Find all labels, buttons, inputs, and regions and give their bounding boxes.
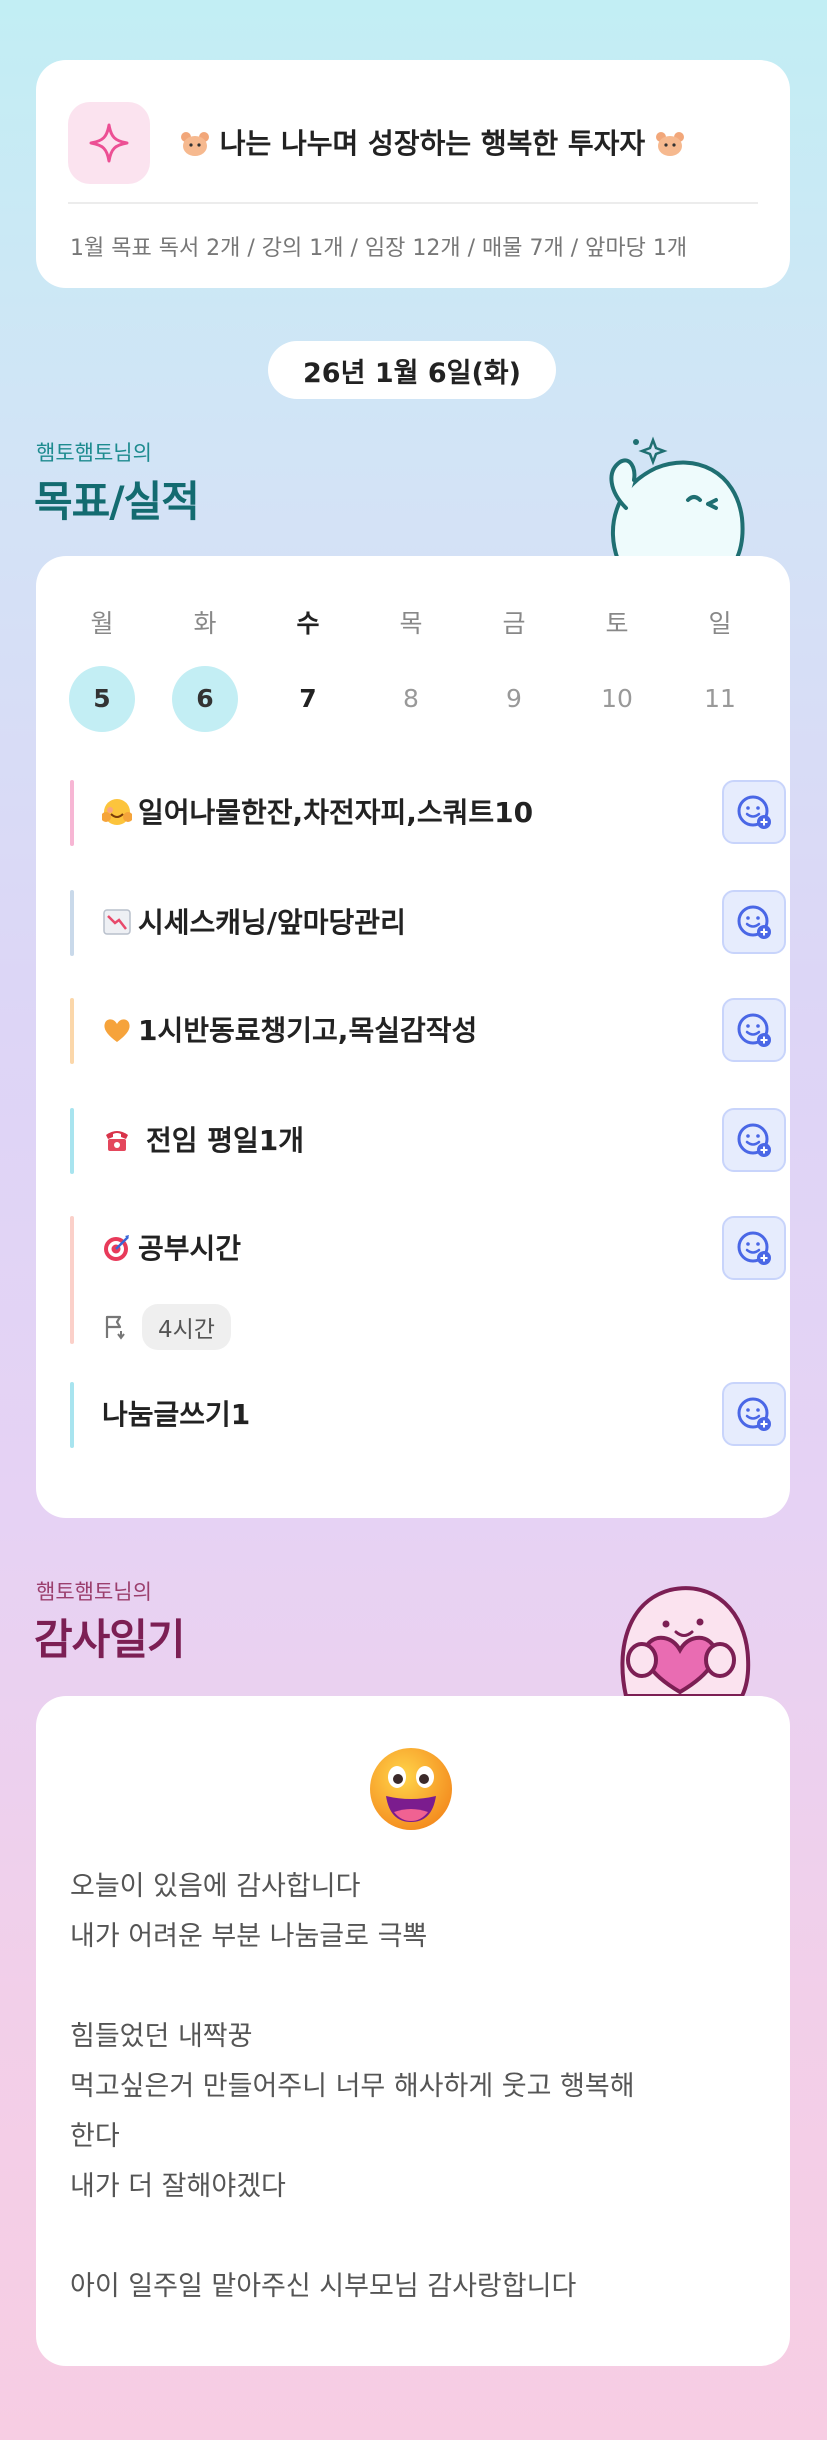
goals-section-subtitle: 햄토햄토님의: [36, 441, 152, 465]
week-day-sat[interactable]: 토 10: [577, 604, 657, 732]
weekday-label: 토: [605, 609, 629, 638]
weekday-label: 화: [193, 609, 217, 638]
hamster-icon: [655, 132, 684, 156]
orange-heart-icon: [104, 1019, 130, 1042]
goals-card: 월 5 화 6 수 7 목 8 금 9 토 10 일 11 일어나물한잔,차전자…: [36, 556, 790, 1518]
week-day-mon[interactable]: 월 5: [62, 604, 142, 732]
task-label-row: 공부시간: [102, 1216, 241, 1282]
gratitude-section-subtitle: 햄토햄토님의: [36, 1580, 152, 1604]
task-item[interactable]: 시세스캐닝/앞마당관리: [70, 890, 786, 956]
duration-badge: 4시간: [142, 1304, 231, 1350]
task-label-row: 일어나물한잔,차전자피,스쿼트10: [102, 780, 533, 846]
gratitude-line: 먹고싶은거 만들어주니 너무 해사하게 웃고 행복해: [70, 2071, 635, 2102]
gratitude-line: 내가 어려운 부분 나눔글로 극뽁: [70, 1921, 428, 1952]
sparkle-icon: [68, 102, 150, 184]
heart-mascot-illustration: [620, 1586, 751, 1696]
gratitude-line: 오늘이 있음에 감사합니다: [70, 1871, 361, 1902]
task-label: 나눔글쓰기1: [102, 1398, 251, 1431]
goal-card[interactable]: 나는 나누며 성장하는 행복한 투자자 1월 목표 독서 2개 / 강의 1개 …: [36, 60, 790, 288]
weekday-label: 일: [708, 609, 732, 638]
task-color-bar: [70, 1108, 74, 1174]
emoji-react-button[interactable]: [722, 1382, 786, 1446]
gratitude-text: 오늘이 있음에 감사합니다 내가 어려운 부분 나눔글로 극뽁 힘들었던 내짝꿍…: [70, 1862, 760, 2312]
day-number: 5: [69, 666, 135, 732]
week-day-tue[interactable]: 화 6: [165, 604, 245, 732]
day-number: 7: [299, 684, 317, 713]
goals-section-title: 목표/실적: [34, 477, 200, 526]
weekday-label: 금: [502, 609, 526, 638]
goal-title: 나는 나누며 성장하는 행복한 투자자: [219, 127, 646, 160]
day-number: 11: [704, 684, 736, 713]
waving-mascot-illustration: [609, 436, 745, 560]
day-number: 8: [403, 684, 419, 713]
weekday-label: 수: [296, 609, 320, 638]
week-day-sun[interactable]: 일 11: [680, 604, 760, 732]
week-day-fri[interactable]: 금 9: [474, 604, 554, 732]
add-emoji-icon: [737, 905, 771, 939]
grinning-face-icon: [370, 1748, 452, 1830]
day-number: 9: [506, 684, 522, 713]
add-emoji-icon: [737, 1231, 771, 1265]
task-label: 일어나물한잔,차전자피,스쿼트10: [138, 796, 534, 829]
telephone-icon: [106, 1131, 128, 1151]
day-number: 10: [601, 684, 633, 713]
emoji-react-button[interactable]: [722, 1216, 786, 1280]
monthly-goals: 1월 목표 독서 2개 / 강의 1개 / 임장 12개 / 매물 7개 / 앞…: [70, 236, 688, 261]
task-label: 공부시간: [138, 1232, 242, 1265]
task-meta: 4시간: [102, 1304, 231, 1350]
add-emoji-icon: [737, 1013, 771, 1047]
gratitude-line: 내가 더 잘해야겠다: [70, 2171, 286, 2202]
gratitude-line: 힘들었던 내짝꿍: [70, 2021, 253, 2052]
week-day-wed[interactable]: 수 7: [268, 604, 348, 732]
task-color-bar: [70, 1216, 74, 1344]
task-color-bar: [70, 890, 74, 956]
task-label: 전임 평일1개: [146, 1124, 305, 1157]
add-emoji-icon: [737, 1123, 771, 1157]
task-label: 시세스캐닝/앞마당관리: [138, 906, 406, 939]
chart-down-icon: [103, 909, 131, 935]
date-selector[interactable]: 26년 1월 6일(화): [268, 341, 556, 399]
task-item[interactable]: 1시반동료챙기고,목실감작성: [70, 998, 786, 1064]
gratitude-line: [70, 2212, 760, 2262]
emoji-react-button[interactable]: [722, 1108, 786, 1172]
task-color-bar: [70, 998, 74, 1064]
task-label-row: 시세스캐닝/앞마당관리: [102, 890, 406, 956]
task-color-bar: [70, 780, 74, 846]
add-emoji-icon: [737, 1397, 771, 1431]
task-label-row: 1시반동료챙기고,목실감작성: [102, 998, 477, 1064]
week-day-thu[interactable]: 목 8: [371, 604, 451, 732]
weekday-label: 목: [399, 609, 423, 638]
goal-title-row: 나는 나누며 성장하는 행복한 투자자: [180, 122, 685, 162]
hugging-face-icon: [102, 799, 132, 825]
day-number: 6: [172, 666, 238, 732]
gratitude-diary-card[interactable]: 오늘이 있음에 감사합니다 내가 어려운 부분 나눔글로 극뽁 힘들었던 내짝꿍…: [36, 1696, 790, 2366]
gratitude-section-title: 감사일기: [34, 1615, 186, 1664]
hamster-icon: [181, 132, 209, 156]
weekday-label: 월: [90, 609, 114, 638]
gratitude-line: 한다: [70, 2121, 120, 2152]
emoji-react-button[interactable]: [722, 780, 786, 844]
task-item[interactable]: 일어나물한잔,차전자피,스쿼트10: [70, 780, 786, 846]
direct-hit-icon: [104, 1235, 129, 1261]
task-item[interactable]: 공부시간 4시간: [70, 1216, 786, 1350]
add-emoji-icon: [737, 795, 771, 829]
emoji-react-button[interactable]: [722, 890, 786, 954]
task-label-row: 전임 평일1개: [102, 1108, 304, 1174]
emoji-react-button[interactable]: [722, 998, 786, 1062]
task-label: 1시반동료챙기고,목실감작성: [138, 1014, 478, 1047]
divider: [68, 202, 758, 204]
task-item[interactable]: 전임 평일1개: [70, 1108, 786, 1174]
gratitude-line: [70, 1962, 760, 2012]
gratitude-line: 아이 일주일 맡아주신 시부모님 감사랑합니다: [70, 2271, 577, 2302]
task-item[interactable]: 나눔글쓰기1: [70, 1382, 786, 1448]
flag-icon: [105, 1315, 125, 1340]
task-color-bar: [70, 1382, 74, 1448]
